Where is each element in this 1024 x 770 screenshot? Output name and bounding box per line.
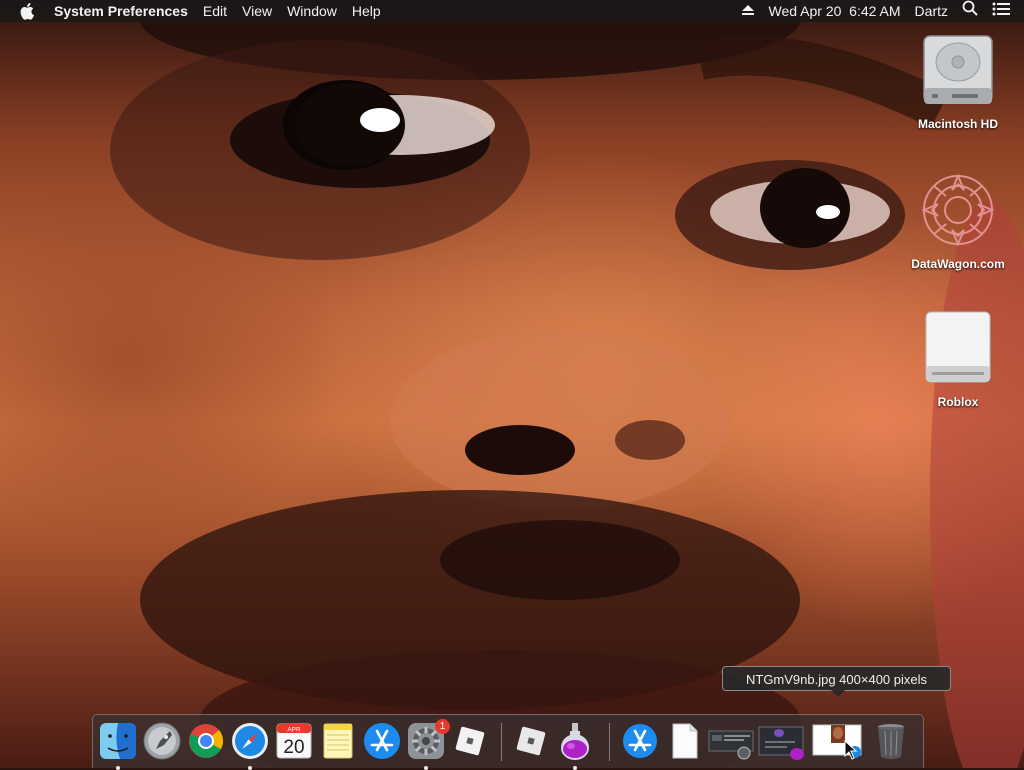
dock-item-installer-stack[interactable]	[757, 721, 797, 761]
installer-potion-icon	[555, 721, 595, 761]
running-indicator	[573, 766, 577, 770]
menu-help[interactable]: Help	[352, 0, 381, 22]
external-drive-icon	[920, 375, 996, 392]
notification-badge: 1	[435, 719, 450, 734]
running-indicator	[116, 766, 120, 770]
finder-icon	[98, 721, 138, 761]
menubar-clock[interactable]: Wed Apr 20 6:42 AM	[769, 0, 901, 22]
desktop-icon-macintosh-hd[interactable]: Macintosh HD	[903, 32, 1013, 131]
running-indicator	[424, 766, 428, 770]
menubar-user-name[interactable]: Dartz	[915, 0, 948, 22]
dock-item-calendar[interactable]: APR 20	[274, 721, 314, 761]
blank-document-icon	[664, 721, 704, 761]
dock-separator	[609, 723, 610, 761]
calendar-month-text: APR	[287, 727, 301, 734]
hard-drive-icon	[920, 97, 996, 114]
dock-item-app-store-downloads[interactable]	[620, 721, 660, 761]
dock-item-document[interactable]	[664, 721, 704, 761]
calendar-icon: APR 20	[274, 721, 314, 761]
app-store-icon	[362, 721, 402, 761]
desktop-icon-roblox[interactable]: Roblox	[903, 308, 1013, 409]
datawagon-logo-icon	[916, 237, 1000, 254]
tooltip-text: NTGmV9nb.jpg 400×400 pixels	[746, 672, 927, 687]
dock: APR 20 1	[92, 714, 924, 768]
calendar-day-text: 20	[283, 737, 304, 758]
roblox-studio-icon	[511, 721, 551, 761]
menu-edit[interactable]: Edit	[203, 0, 227, 22]
dock-item-system-preferences[interactable]: 1	[406, 721, 446, 761]
safari-compass-icon	[230, 721, 270, 761]
dock-item-trash[interactable]	[871, 721, 911, 761]
dock-item-roblox[interactable]	[450, 721, 490, 761]
desktop-icon-label: Roblox	[903, 395, 1013, 409]
menu-bar: System Preferences Edit View Window Help…	[0, 0, 1024, 22]
running-indicator	[248, 766, 252, 770]
dock-item-launchpad[interactable]	[142, 721, 182, 761]
dock-item-app-store[interactable]	[362, 721, 402, 761]
roblox-icon	[450, 721, 490, 761]
mouse-pointer-icon	[844, 740, 858, 765]
dock-tooltip: NTGmV9nb.jpg 400×400 pixels	[722, 666, 951, 691]
spotlight-icon[interactable]	[962, 0, 978, 22]
desktop-icon-label: Macintosh HD	[903, 117, 1013, 131]
launchpad-rocket-icon	[142, 721, 182, 761]
notification-center-icon[interactable]	[992, 0, 1010, 22]
dock-item-chrome[interactable]	[186, 721, 226, 761]
notes-icon	[318, 721, 358, 761]
dock-item-screenshot[interactable]	[708, 721, 748, 761]
tooltip-arrow	[831, 690, 845, 697]
app-store-icon	[620, 721, 660, 761]
eject-icon[interactable]	[741, 0, 755, 22]
apple-menu-icon[interactable]	[17, 2, 39, 20]
screenshot-thumbnail-icon	[708, 721, 754, 761]
chrome-icon	[186, 721, 226, 761]
desktop-icon-label: DataWagon.com	[903, 257, 1013, 271]
dock-separator	[501, 723, 502, 761]
trash-icon	[871, 721, 911, 761]
dock-item-safari[interactable]	[230, 721, 270, 761]
menu-view[interactable]: View	[242, 0, 272, 22]
dock-item-finder[interactable]	[98, 721, 138, 761]
app-menu-system-preferences[interactable]: System Preferences	[54, 0, 188, 22]
desktop-wallpaper	[0, 0, 1024, 768]
dock-item-roblox-studio[interactable]	[511, 721, 551, 761]
dock-item-installer[interactable]	[555, 721, 595, 761]
menu-window[interactable]: Window	[287, 0, 337, 22]
wallpaper-face-photo	[0, 0, 1024, 768]
menubar-status-area: Wed Apr 20 6:42 AM Dartz	[741, 0, 1024, 22]
desktop-icon-datawagon[interactable]: DataWagon.com	[903, 170, 1013, 271]
stack-folder-icon	[757, 721, 805, 761]
dock-item-notes[interactable]	[318, 721, 358, 761]
